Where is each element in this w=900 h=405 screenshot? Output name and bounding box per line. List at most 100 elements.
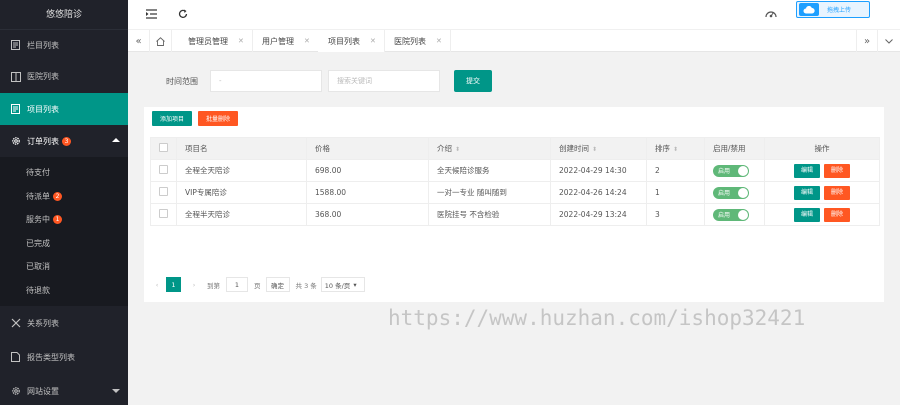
sidebar-subitem-in-service[interactable]: 服务中 1 bbox=[0, 208, 128, 232]
sidebar-item-hospitals[interactable]: 医院列表 bbox=[0, 60, 128, 93]
subitem-label: 待派单 bbox=[26, 191, 50, 201]
chevron-down-icon[interactable] bbox=[878, 30, 900, 52]
search-form: 时间范围 - 搜索关键词 提交 bbox=[166, 70, 492, 92]
col-header-created[interactable]: 创建时间 ⬍ bbox=[550, 137, 647, 160]
goto-page-input[interactable]: 1 bbox=[226, 277, 248, 292]
edit-button[interactable]: 编辑 bbox=[794, 163, 820, 178]
sidebar-subitem-pending-payment[interactable]: 待支付 bbox=[0, 161, 128, 185]
sidebar-item-site-settings[interactable]: 网站设置 bbox=[0, 374, 128, 405]
subitem-label: 已完成 bbox=[26, 238, 50, 248]
prev-page-icon[interactable]: ‹ bbox=[150, 277, 164, 292]
page-size-select[interactable]: 10 条/页 ▾ bbox=[320, 277, 365, 292]
sort-icon[interactable]: ⬍ bbox=[673, 146, 678, 153]
home-icon[interactable] bbox=[150, 30, 172, 52]
select-all-checkbox[interactable] bbox=[159, 143, 168, 152]
sidebar-subitem-pending-dispatch[interactable]: 待派单 2 bbox=[0, 185, 128, 209]
tab-label: 项目列表 bbox=[328, 36, 360, 46]
delete-button[interactable]: 删除 bbox=[824, 163, 850, 178]
sidebar-item-label: 报告类型列表 bbox=[27, 352, 75, 362]
status-toggle[interactable]: 启用 bbox=[713, 208, 749, 221]
toggle-label: 启用 bbox=[718, 212, 731, 219]
cell-price: 698.00 bbox=[306, 159, 429, 182]
tabs-scroll-right-icon[interactable]: » bbox=[856, 30, 878, 52]
sort-icon[interactable]: ⬍ bbox=[455, 146, 460, 153]
delete-button[interactable]: 删除 bbox=[824, 185, 850, 200]
tab-label: 用户管理 bbox=[262, 36, 294, 46]
tabs-scroll-left-icon[interactable]: « bbox=[128, 30, 150, 52]
row-select-cell[interactable] bbox=[150, 203, 177, 226]
close-icon[interactable]: ✕ bbox=[304, 37, 310, 45]
cell-status: 启用 bbox=[704, 203, 765, 226]
row-select-cell[interactable] bbox=[150, 181, 177, 204]
page-unit-label: 页 bbox=[254, 281, 261, 290]
sidebar-item-relations[interactable]: 关系列表 bbox=[0, 306, 128, 340]
table-row: 全程半天陪诊 368.00 医院挂号 不含检验 2022-04-29 13:24… bbox=[150, 203, 880, 226]
row-select-cell[interactable] bbox=[150, 159, 177, 182]
sidebar-subitem-cancelled[interactable]: 已取消 bbox=[0, 255, 128, 279]
cell-actions: 编辑 删除 bbox=[764, 159, 880, 182]
cloud-upload-icon bbox=[799, 3, 819, 16]
cell-intro: 医院挂号 不含检验 bbox=[428, 203, 551, 226]
search-keyword-input[interactable]: 搜索关键词 bbox=[328, 70, 440, 92]
next-page-icon[interactable]: › bbox=[187, 277, 201, 292]
row-checkbox[interactable] bbox=[159, 209, 168, 218]
tab-label: 管理员管理 bbox=[188, 36, 228, 46]
tab-hospital-list[interactable]: 医院列表 ✕ bbox=[384, 30, 451, 52]
main-content: 时间范围 - 搜索关键词 提交 添加项目 批量删除 项目名 价格 介绍 ⬍ 创建时… bbox=[128, 52, 900, 405]
order-count-badge: 3 bbox=[62, 136, 71, 146]
close-icon[interactable]: ✕ bbox=[370, 37, 376, 45]
status-toggle[interactable]: 启用 bbox=[713, 186, 749, 199]
subitem-label: 待退款 bbox=[26, 285, 50, 295]
col-header-sort[interactable]: 排序 ⬍ bbox=[646, 137, 705, 160]
table-header-row: 项目名 价格 介绍 ⬍ 创建时间 ⬍ 排序 ⬍ 启用/禁用 操作 bbox=[150, 137, 880, 160]
tab-user-management[interactable]: 用户管理 ✕ bbox=[252, 30, 319, 52]
edit-button[interactable]: 编辑 bbox=[794, 185, 820, 200]
col-header-intro[interactable]: 介绍 ⬍ bbox=[428, 137, 551, 160]
submit-button[interactable]: 提交 bbox=[454, 70, 492, 92]
time-range-placeholder: - bbox=[219, 77, 222, 85]
select-all-cell[interactable] bbox=[150, 137, 177, 160]
page-current[interactable]: 1 bbox=[166, 277, 181, 292]
cell-price: 1588.00 bbox=[306, 181, 429, 204]
sidebar-item-orders[interactable]: 订单列表 3 bbox=[0, 125, 128, 157]
cell-name: VIP专属陪诊 bbox=[176, 181, 307, 204]
sidebar-item-columns[interactable]: 栏目列表 bbox=[0, 30, 128, 60]
add-project-button[interactable]: 添加项目 bbox=[152, 111, 192, 126]
sidebar-item-report-types[interactable]: 报告类型列表 bbox=[0, 340, 128, 374]
status-toggle[interactable]: 启用 bbox=[713, 164, 749, 177]
row-checkbox[interactable] bbox=[159, 165, 168, 174]
table-row: VIP专属陪诊 1588.00 一对一专业 随叫随到 2022-04-26 14… bbox=[150, 181, 880, 204]
edit-button[interactable]: 编辑 bbox=[794, 207, 820, 222]
theme-icon[interactable] bbox=[765, 8, 777, 21]
header-label: 介绍 bbox=[437, 144, 452, 153]
page-size-value: 10 条/页 bbox=[324, 281, 351, 290]
tab-project-list[interactable]: 项目列表 ✕ bbox=[318, 30, 385, 52]
document-icon bbox=[10, 104, 21, 115]
sidebar-subitem-pending-refund[interactable]: 待退款 bbox=[0, 279, 128, 303]
time-range-input[interactable]: - bbox=[210, 70, 322, 92]
row-checkbox[interactable] bbox=[159, 187, 168, 196]
batch-delete-button[interactable]: 批量删除 bbox=[198, 111, 238, 126]
cell-sort: 1 bbox=[646, 181, 705, 204]
menu-toggle-icon[interactable] bbox=[146, 9, 157, 21]
gear-icon bbox=[10, 136, 21, 147]
sidebar-subitem-completed[interactable]: 已完成 bbox=[0, 232, 128, 256]
sidebar-item-projects[interactable]: 项目列表 bbox=[0, 93, 128, 125]
book-icon bbox=[10, 71, 21, 82]
sidebar-item-label: 栏目列表 bbox=[27, 40, 59, 50]
link-icon bbox=[10, 318, 21, 329]
close-icon[interactable]: ✕ bbox=[238, 37, 244, 45]
tab-label: 医院列表 bbox=[394, 36, 426, 46]
goto-confirm-button[interactable]: 确定 bbox=[265, 277, 290, 292]
col-header-price: 价格 bbox=[306, 137, 429, 160]
dispatch-count-badge: 2 bbox=[53, 191, 62, 201]
delete-button[interactable]: 删除 bbox=[824, 207, 850, 222]
sort-icon[interactable]: ⬍ bbox=[592, 146, 597, 153]
toggle-label: 启用 bbox=[718, 168, 731, 175]
tab-admin-management[interactable]: 管理员管理 ✕ bbox=[178, 30, 253, 52]
sidebar-item-label: 医院列表 bbox=[27, 72, 59, 81]
refresh-icon[interactable] bbox=[178, 9, 188, 21]
close-icon[interactable]: ✕ bbox=[436, 37, 442, 45]
col-header-status: 启用/禁用 bbox=[704, 137, 765, 160]
drag-upload-button[interactable]: 拖拽上传 bbox=[796, 1, 870, 18]
